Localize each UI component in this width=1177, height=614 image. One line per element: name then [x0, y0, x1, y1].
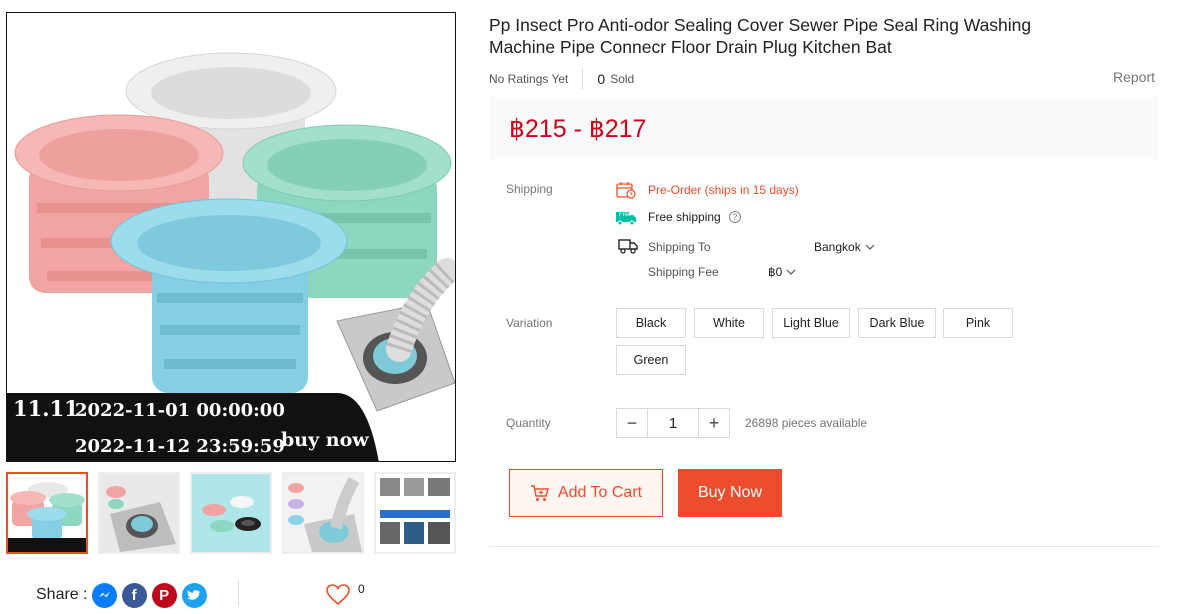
- promo-buy-now-text: buy now: [281, 429, 369, 451]
- variation-label: Variation: [506, 316, 553, 330]
- product-stats: No Ratings Yet 0 Sold: [489, 68, 634, 90]
- add-to-cart-icon: [530, 485, 549, 501]
- favorite-count: 0: [358, 582, 365, 596]
- add-to-cart-label: Add To Cart: [557, 484, 643, 501]
- shipping-to-label: Shipping To: [648, 240, 711, 254]
- variation-option-green[interactable]: Green: [616, 345, 686, 375]
- promo-start-time: 2022-11-01 00:00:00: [75, 400, 285, 421]
- ratings-text[interactable]: No Ratings Yet: [489, 72, 568, 86]
- share-label: Share :: [36, 586, 88, 603]
- share-divider: [238, 580, 239, 606]
- facebook-icon[interactable]: f: [121, 582, 147, 608]
- delivery-truck-icon: [618, 239, 638, 254]
- variation-option-black[interactable]: Black: [616, 308, 686, 338]
- product-illustration: [7, 52, 455, 461]
- free-badge-text: Free: [619, 212, 632, 218]
- shipping-fee-value: ฿0: [768, 265, 783, 279]
- sold-count: 0: [597, 71, 606, 87]
- shipping-label: Shipping: [506, 182, 553, 196]
- heart-icon[interactable]: [326, 584, 350, 606]
- shipping-fee-selector[interactable]: ฿0: [768, 265, 796, 279]
- promo-end-time: 2022-11-12 23:59:59: [75, 436, 285, 457]
- shipping-to-selector[interactable]: Bangkok: [814, 240, 875, 254]
- variation-option-light-blue[interactable]: Light Blue: [772, 308, 850, 338]
- calendar-icon: [616, 182, 636, 199]
- messenger-icon[interactable]: [91, 582, 117, 608]
- quantity-stepper: − 1 +: [616, 408, 730, 438]
- free-shipping-text: Free shipping: [648, 210, 721, 224]
- variation-option-dark-blue[interactable]: Dark Blue: [858, 308, 936, 338]
- sold-label: Sold: [610, 72, 635, 86]
- preorder-text: Pre-Order (ships in 15 days): [648, 183, 799, 197]
- share-bar: Share : f P: [36, 582, 212, 608]
- quantity-input[interactable]: 1: [648, 408, 698, 438]
- thumbnail-3[interactable]: [190, 472, 272, 554]
- shipping-to-value: Bangkok: [814, 240, 861, 254]
- promo-tag: 11.11: [13, 396, 79, 421]
- thumbnail-2[interactable]: [98, 472, 180, 554]
- preorder-row: Pre-Order (ships in 15 days): [616, 181, 799, 199]
- main-product-image[interactable]: 11.11 2022-11-01 00:00:00 2022-11-12 23:…: [6, 12, 456, 462]
- price-box: ฿215 - ฿217: [489, 97, 1159, 159]
- add-to-cart-button[interactable]: Add To Cart: [509, 469, 663, 517]
- stock-available: 26898 pieces available: [745, 416, 868, 430]
- free-shipping-row: Free Free shipping ?: [616, 208, 741, 226]
- free-shipping-truck-icon: Free: [616, 208, 636, 226]
- thumbnail-4[interactable]: [282, 472, 364, 554]
- price-range: ฿215 - ฿217: [509, 115, 647, 143]
- thumbnail-1[interactable]: [6, 472, 88, 554]
- report-link[interactable]: Report: [1113, 69, 1155, 85]
- favorite-control[interactable]: 0: [326, 582, 365, 606]
- quantity-increase-button[interactable]: +: [698, 408, 730, 438]
- product-title: Pp Insect Pro Anti-odor Sealing Cover Se…: [489, 15, 1032, 57]
- chevron-down-icon: [786, 269, 796, 275]
- section-divider: [489, 546, 1159, 547]
- variation-option-white[interactable]: White: [694, 308, 764, 338]
- buy-now-button[interactable]: Buy Now: [678, 469, 782, 517]
- variation-option-pink[interactable]: Pink: [943, 308, 1013, 338]
- twitter-icon[interactable]: [181, 582, 207, 608]
- help-icon[interactable]: ?: [728, 211, 741, 223]
- quantity-label: Quantity: [506, 416, 551, 430]
- thumbnail-strip: [6, 472, 456, 554]
- stats-divider: [582, 68, 584, 90]
- shipping-fee-label: Shipping Fee: [648, 265, 719, 279]
- quantity-decrease-button[interactable]: −: [616, 408, 648, 438]
- pinterest-icon[interactable]: P: [151, 582, 177, 608]
- thumbnail-5[interactable]: [374, 472, 456, 554]
- chevron-down-icon: [865, 244, 875, 250]
